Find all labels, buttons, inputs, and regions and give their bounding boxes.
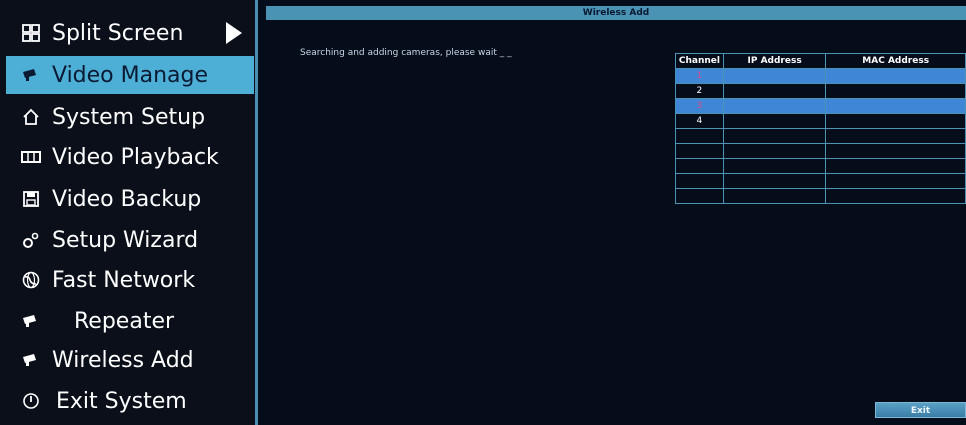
table-row[interactable]: [675, 128, 966, 144]
sidebar-item-exit-system[interactable]: Exit System: [6, 382, 254, 420]
table-row[interactable]: [675, 158, 966, 174]
globe-icon: [20, 269, 42, 291]
status-message: Searching and adding cameras, please wai…: [300, 48, 512, 58]
cell-ip-address: [722, 173, 827, 189]
cell-ip-address: [722, 68, 827, 84]
cell-mac-address: [825, 98, 966, 114]
cell-ip-address: [722, 98, 827, 114]
floppy-disk-icon: [20, 188, 42, 210]
table-header-row: Channel IP Address MAC Address: [675, 53, 966, 69]
sidebar-item-label: Video Manage: [52, 62, 209, 88]
cell-channel: [675, 173, 724, 189]
sidebar-menu: Split Screen Video Manage System Setup V…: [0, 0, 258, 425]
sidebar-item-split-screen[interactable]: Split Screen: [6, 14, 254, 52]
cell-mac-address: [825, 173, 966, 189]
sidebar-item-label: Repeater: [74, 308, 175, 334]
cell-channel: [675, 158, 724, 174]
camera-icon: [20, 310, 42, 332]
sidebar-item-wireless-add[interactable]: Wireless Add: [6, 341, 254, 379]
table-row[interactable]: [675, 173, 966, 189]
cell-mac-address: [825, 68, 966, 84]
column-header-ip-address: IP Address: [722, 53, 827, 69]
power-icon: [20, 390, 42, 412]
sidebar-item-label: Wireless Add: [52, 347, 194, 373]
camera-icon: [20, 349, 42, 371]
cell-ip-address: [722, 113, 827, 129]
cell-mac-address: [825, 113, 966, 129]
cell-channel: [675, 128, 724, 144]
table-row[interactable]: 1: [675, 68, 966, 84]
table-row[interactable]: [675, 188, 966, 204]
cell-ip-address: [722, 158, 827, 174]
table-row[interactable]: [675, 143, 966, 159]
cell-ip-address: [722, 128, 827, 144]
sidebar-item-label: Video Backup: [52, 186, 202, 212]
sidebar-item-setup-wizard[interactable]: Setup Wizard: [6, 221, 254, 259]
exit-button[interactable]: Exit: [875, 402, 966, 418]
cell-channel: [675, 143, 724, 159]
cell-mac-address: [825, 143, 966, 159]
sidebar-item-label: Video Playback: [52, 144, 219, 170]
sidebar-item-label: Split Screen: [52, 20, 184, 46]
table-row[interactable]: 4: [675, 113, 966, 129]
film-icon: [20, 146, 42, 168]
home-icon: [20, 106, 42, 128]
chevron-right-icon: [226, 22, 242, 44]
sidebar-item-video-manage[interactable]: Video Manage: [6, 56, 254, 94]
wireless-add-panel: Wireless Add Searching and adding camera…: [266, 6, 966, 425]
cell-channel: 2: [675, 83, 724, 99]
sidebar-item-label: System Setup: [52, 104, 206, 130]
sidebar-item-label: Setup Wizard: [52, 227, 199, 253]
sidebar-item-system-setup[interactable]: System Setup: [6, 98, 254, 136]
cell-ip-address: [722, 188, 827, 204]
panel-title: Wireless Add: [266, 6, 966, 20]
cell-channel: [675, 188, 724, 204]
dvr-screen: Split Screen Video Manage System Setup V…: [0, 0, 966, 425]
sidebar-item-label: Exit System: [56, 388, 187, 414]
split-screen-icon: [20, 22, 42, 44]
cell-channel: 1: [675, 68, 724, 84]
cell-channel: 3: [675, 98, 724, 114]
sidebar-item-video-playback[interactable]: Video Playback: [6, 138, 254, 176]
wizard-icon: [20, 229, 42, 251]
sidebar-item-video-backup[interactable]: Video Backup: [6, 180, 254, 218]
camera-icon: [20, 64, 42, 86]
sidebar-item-label: Fast Network: [52, 267, 196, 293]
sidebar-item-fast-network[interactable]: Fast Network: [6, 261, 254, 299]
cell-ip-address: [722, 143, 827, 159]
table-row[interactable]: 3: [675, 98, 966, 114]
camera-table: Channel IP Address MAC Address 1 2 3 4: [675, 53, 966, 204]
cell-mac-address: [825, 128, 966, 144]
cell-ip-address: [722, 83, 827, 99]
table-row[interactable]: 2: [675, 83, 966, 99]
cell-channel: 4: [675, 113, 724, 129]
cell-mac-address: [825, 188, 966, 204]
cell-mac-address: [825, 83, 966, 99]
column-header-mac-address: MAC Address: [825, 53, 966, 69]
cell-mac-address: [825, 158, 966, 174]
column-header-channel: Channel: [675, 53, 724, 69]
sidebar-item-repeater[interactable]: Repeater: [6, 302, 254, 340]
